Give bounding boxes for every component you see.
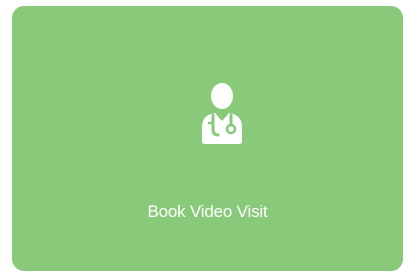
- card-label: Book Video Visit: [147, 202, 268, 221]
- book-video-visit-card[interactable]: Book Video Visit: [12, 6, 403, 271]
- doctor-icon: [202, 83, 242, 144]
